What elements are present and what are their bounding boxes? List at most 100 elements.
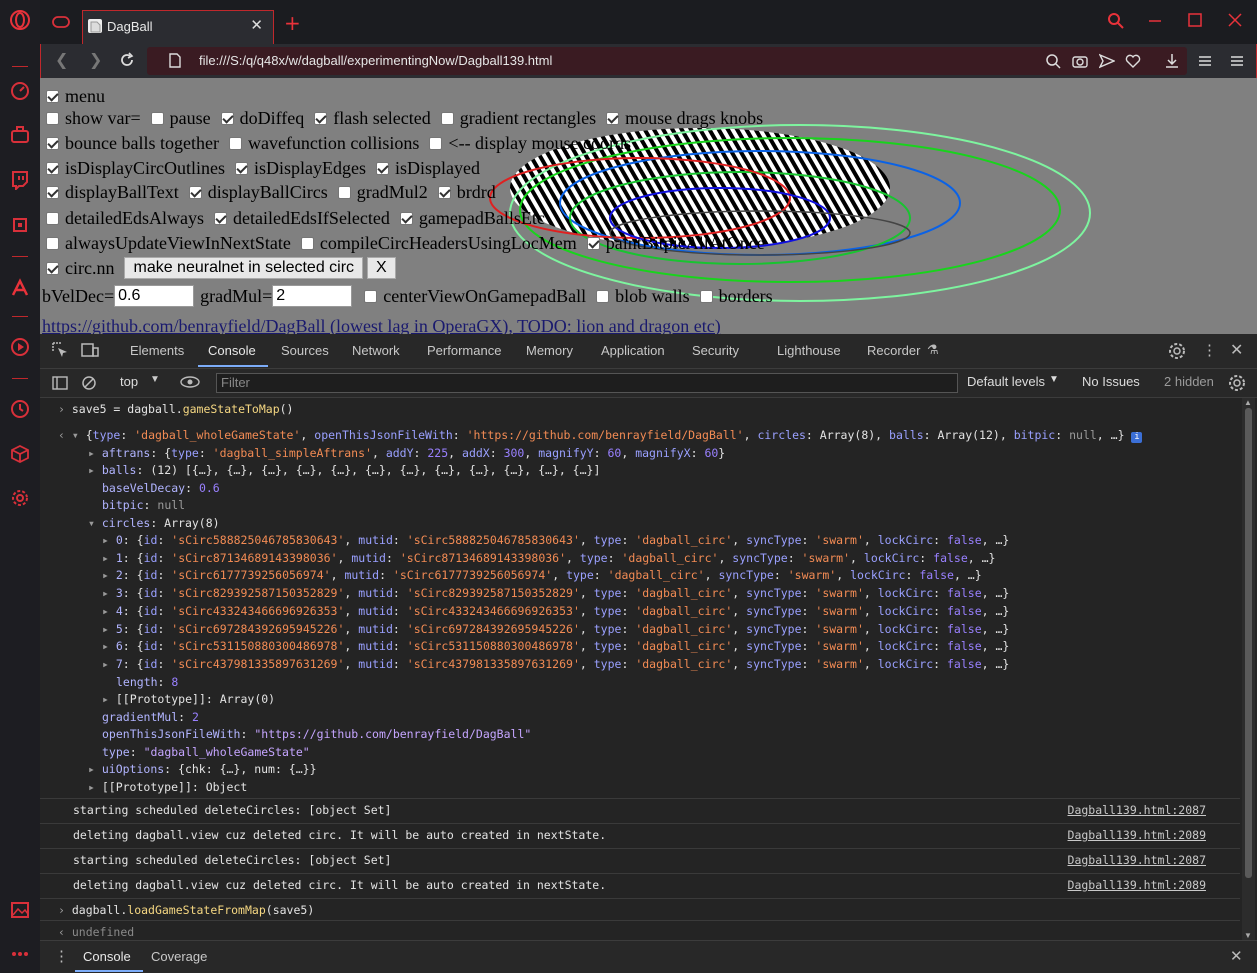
detailed-eds-always-checkbox[interactable]	[46, 211, 59, 225]
tab-close-icon[interactable]: ✕	[250, 16, 263, 34]
prop-aftrans[interactable]: ▸ aftrans: {type: 'dagball_simpleAftrans…	[88, 445, 725, 462]
close-drawer-icon[interactable]: ✕	[1230, 947, 1243, 965]
console-scrollbar[interactable]: ▲ ▼	[1242, 398, 1255, 940]
drawer-tab-console[interactable]: Console	[83, 949, 131, 964]
clear-console-icon[interactable]	[81, 375, 97, 394]
close-x-button[interactable]: X	[367, 257, 396, 279]
easy-setup-icon[interactable]	[1197, 53, 1213, 73]
new-tab-button[interactable]: +	[284, 11, 301, 35]
tab-lighthouse[interactable]: Lighthouse	[777, 343, 841, 358]
circle-entry[interactable]: ▸ 0: {id: 'sCirc588825046785830643', mut…	[102, 532, 1009, 549]
scroll-down-icon[interactable]: ▼	[1244, 931, 1252, 940]
prop-balls[interactable]: ▸ balls: (12) [{…}, {…}, {…}, {…}, {…}, …	[88, 462, 600, 479]
circle-entry[interactable]: ▸ 5: {id: 'sCirc697284392695945226', mut…	[102, 621, 1009, 638]
flash-selected-checkbox[interactable]	[314, 111, 328, 125]
circle-entry[interactable]: ▸ 1: {id: 'sCirc87134689143398036', muti…	[102, 550, 995, 567]
eye-icon[interactable]	[180, 375, 200, 392]
log-source-link[interactable]: Dagball139.html:2087	[1068, 803, 1206, 817]
tab-network[interactable]: Network	[352, 343, 400, 358]
cube-icon[interactable]	[8, 442, 32, 466]
history-icon[interactable]	[8, 397, 32, 421]
menu-checkbox[interactable]	[46, 89, 59, 103]
cpu-icon[interactable]	[8, 213, 32, 237]
gallery-icon[interactable]	[8, 898, 32, 922]
console-output[interactable]: › save5 = dagball.gameStateToMap() ‹ ▾ {…	[40, 398, 1240, 940]
prop-object-proto[interactable]: ▸ [[Prototype]]: Object	[88, 779, 247, 796]
heart-icon[interactable]	[1125, 53, 1141, 73]
result-summary[interactable]: ‹ ▾ {type: 'dagball_wholeGameState', ope…	[58, 427, 1143, 444]
brdrd-checkbox[interactable]	[437, 185, 451, 199]
center-view-checkbox[interactable]	[364, 289, 378, 303]
always-update-view-checkbox[interactable]	[46, 236, 59, 250]
player-icon[interactable]	[8, 335, 32, 359]
minimize-icon[interactable]	[1147, 12, 1163, 32]
context-dropdown-icon[interactable]: ▼	[150, 374, 160, 385]
gamepad-icon[interactable]	[52, 14, 70, 33]
send-icon[interactable]	[1098, 53, 1116, 73]
dodiffeq-checkbox[interactable]	[220, 111, 234, 125]
maximize-icon[interactable]	[1187, 12, 1203, 32]
bveldec-input[interactable]: 0.6	[114, 285, 195, 307]
tab-security[interactable]: Security	[692, 343, 739, 358]
paint-bitpic-checkbox[interactable]	[586, 236, 600, 250]
issues-button[interactable]: No Issues	[1082, 374, 1140, 389]
context-selector[interactable]: top	[120, 374, 138, 389]
github-link[interactable]: https://github.com/benrayfield/DagBall (…	[42, 314, 721, 335]
tab-console[interactable]: Console	[208, 343, 256, 358]
compile-circ-headers-checkbox[interactable]	[300, 236, 314, 250]
console-settings-icon[interactable]	[1228, 374, 1246, 395]
page-viewport[interactable]: menu show var= pause doDiffeq flash sele…	[40, 78, 1257, 334]
pause-checkbox[interactable]	[150, 111, 164, 125]
make-neuralnet-button[interactable]: make neuralnet in selected circ	[124, 257, 364, 279]
speedometer-icon[interactable]	[8, 78, 32, 102]
gradmul2-checkbox[interactable]	[337, 185, 351, 199]
filter-input[interactable]: Filter	[216, 373, 958, 393]
sidebar-toggle-icon[interactable]	[52, 375, 68, 394]
circle-entry[interactable]: ▸ 2: {id: 'sCirc6177739256056974', mutid…	[102, 567, 982, 584]
browser-tab[interactable]: DagBall ✕	[82, 10, 274, 44]
back-icon[interactable]: ❮	[55, 50, 68, 69]
display-ball-circs-checkbox[interactable]	[188, 185, 202, 199]
gradient-rectangles-checkbox[interactable]	[440, 111, 454, 125]
circle-entry[interactable]: ▸ 4: {id: 'sCirc433243466696926353', mut…	[102, 603, 1009, 620]
tab-sources[interactable]: Sources	[281, 343, 329, 358]
opera-logo-icon[interactable]	[8, 8, 32, 32]
borders-checkbox[interactable]	[699, 289, 713, 303]
gradmul-input[interactable]: 2	[272, 285, 353, 307]
is-displayed-checkbox[interactable]	[376, 161, 389, 175]
log-source-link[interactable]: Dagball139.html:2087	[1068, 853, 1206, 867]
briefcase-icon[interactable]	[8, 123, 32, 147]
circ-nn-checkbox[interactable]	[46, 261, 59, 275]
scroll-up-icon[interactable]: ▲	[1244, 398, 1252, 407]
levels-chevron-icon[interactable]: ▼	[1049, 374, 1059, 385]
prop-array-proto[interactable]: ▸ [[Prototype]]: Array(0)	[102, 691, 275, 708]
prop-circles[interactable]: ▾ circles: Array(8)	[88, 515, 220, 532]
log-source-link[interactable]: Dagball139.html:2089	[1068, 878, 1206, 892]
show-var-checkbox[interactable]	[46, 111, 59, 125]
circle-entry[interactable]: ▸ 7: {id: 'sCirc437981335897631269', mut…	[102, 656, 1009, 673]
tab-performance[interactable]: Performance	[427, 343, 501, 358]
circ-outlines-checkbox[interactable]	[46, 161, 59, 175]
circle-entry[interactable]: ▸ 6: {id: 'sCirc531150880300486978', mut…	[102, 638, 1009, 655]
download-icon[interactable]	[1164, 53, 1180, 73]
search-tabs-icon[interactable]	[1107, 12, 1125, 34]
default-levels-dropdown[interactable]: Default levels	[967, 374, 1045, 389]
close-window-icon[interactable]	[1227, 12, 1243, 32]
camera-icon[interactable]	[1072, 53, 1088, 73]
inspect-element-icon[interactable]	[52, 342, 68, 361]
bounce-balls-checkbox[interactable]	[46, 136, 59, 150]
circle-entry[interactable]: ▸ 3: {id: 'sCirc829392587150352829', mut…	[102, 585, 1009, 602]
settings-gear-icon[interactable]	[8, 486, 32, 510]
device-toolbar-icon[interactable]	[81, 342, 99, 361]
blob-walls-checkbox[interactable]	[596, 289, 610, 303]
detailed-eds-selected-checkbox[interactable]	[213, 211, 227, 225]
address-field[interactable]: file:///S:/q/q48x/w/dagball/experimentin…	[147, 47, 1187, 75]
forward-icon[interactable]: ❯	[89, 50, 102, 69]
scroll-thumb[interactable]	[1245, 408, 1252, 878]
drawer-tab-coverage[interactable]: Coverage	[151, 949, 207, 964]
twitch-icon[interactable]	[8, 168, 32, 192]
menu-icon[interactable]	[1229, 53, 1245, 73]
more-options-icon[interactable]: ⋮	[1202, 341, 1217, 359]
aria-icon[interactable]	[8, 276, 32, 300]
wavefunction-checkbox[interactable]	[228, 136, 242, 150]
